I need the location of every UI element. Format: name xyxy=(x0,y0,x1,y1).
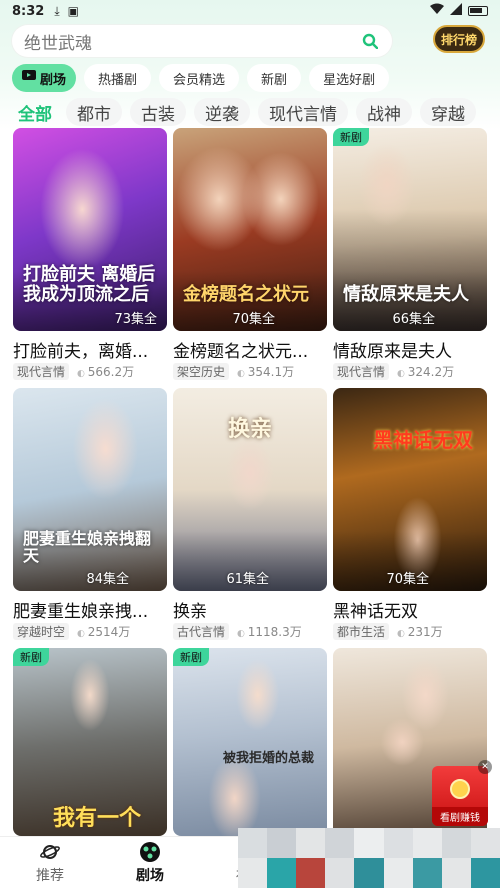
genre-tag: 穿越时空 xyxy=(13,623,70,640)
drama-card[interactable]: 肥妻重生娘亲拽翻天 84集全 肥妻重生娘亲拽... 穿越时空 2514万 xyxy=(13,388,167,640)
poster-title: 情敌原来是夫人 xyxy=(343,284,469,306)
theater-icon xyxy=(22,70,36,86)
category-tabs: 全部 都市 古装 逆袭 现代言情 战神 穿越 xyxy=(12,98,476,126)
view-count: 2514万 xyxy=(77,623,131,640)
tab-label: 热播剧 xyxy=(98,72,138,88)
search-bar[interactable]: 绝世武魂 xyxy=(12,25,392,57)
search-input[interactable]: 绝世武魂 xyxy=(24,29,360,54)
status-bar: 8:32 ⤓ ▣ xyxy=(0,0,500,22)
battery-icon xyxy=(468,6,488,16)
drama-poster[interactable]: 金榜题名之状元 70集全 xyxy=(173,128,327,331)
tab-label: 新剧 xyxy=(261,72,288,88)
genre-tag: 都市生活 xyxy=(333,623,390,640)
poster-title: 肥妻重生娘亲拽翻天 xyxy=(23,528,152,566)
drama-title: 情敌原来是夫人 xyxy=(333,342,452,361)
drama-card[interactable]: 新剧 我有一个 xyxy=(13,648,167,836)
drama-card[interactable]: 新剧 被我拒婚的总裁 xyxy=(173,648,327,836)
tab-label: 星选好剧 xyxy=(323,72,376,88)
category-costume[interactable]: 古装 xyxy=(130,98,186,126)
drama-poster[interactable]: 新剧 情敌原来是夫人 66集全 xyxy=(333,128,487,331)
drama-title: 肥妻重生娘亲拽... xyxy=(13,602,149,621)
episode-count: 70集全 xyxy=(386,572,429,587)
reward-label: 看剧赚钱 xyxy=(432,807,488,826)
tab-star[interactable]: 星选好剧 xyxy=(309,64,390,92)
category-war-god[interactable]: 战神 xyxy=(356,98,412,126)
tab-label: 会员精选 xyxy=(173,72,226,88)
poster-title: 换亲 xyxy=(228,415,273,442)
drama-poster[interactable]: 新剧 被我拒婚的总裁 xyxy=(173,648,327,836)
category-urban[interactable]: 都市 xyxy=(66,98,122,126)
view-count: 231万 xyxy=(397,623,443,640)
new-badge: 新剧 xyxy=(173,648,209,666)
category-time-travel[interactable]: 穿越 xyxy=(420,98,476,126)
drama-poster[interactable]: 打脸前夫 离婚后我成为顶流之后 73集全 xyxy=(13,128,167,331)
drama-poster[interactable]: 肥妻重生娘亲拽翻天 84集全 xyxy=(13,388,167,591)
drama-card[interactable]: 新剧 情敌原来是夫人 66集全 情敌原来是夫人 现代言情 324.2万 xyxy=(333,128,487,380)
new-badge: 新剧 xyxy=(13,648,49,666)
tab-hot[interactable]: 热播剧 xyxy=(84,64,152,92)
theater-reel-icon xyxy=(139,841,161,863)
genre-tag: 架空历史 xyxy=(173,363,230,380)
planet-icon xyxy=(39,841,61,863)
tab-theater[interactable]: 剧场 xyxy=(12,64,77,92)
drama-card[interactable]: 换亲 61集全 换亲 古代言情 1118.3万 xyxy=(173,388,327,640)
search-icon[interactable] xyxy=(360,31,380,51)
poster-title: 我有一个 xyxy=(53,804,142,831)
tab-new[interactable]: 新剧 xyxy=(247,64,302,92)
poster-figure xyxy=(173,648,327,836)
category-modern-romance[interactable]: 现代言情 xyxy=(258,98,348,126)
drama-title: 金榜题名之状元... xyxy=(173,342,309,361)
episode-count: 66集全 xyxy=(392,312,435,327)
coin-icon xyxy=(450,779,470,799)
new-badge: 新剧 xyxy=(333,128,369,146)
category-comeback[interactable]: 逆袭 xyxy=(194,98,250,126)
drama-card[interactable]: 黑神话无双 70集全 黑神话无双 都市生活 231万 xyxy=(333,388,487,640)
genre-tag: 现代言情 xyxy=(13,363,70,380)
drama-title: 换亲 xyxy=(173,602,207,621)
reward-widget[interactable]: ✕ 看剧赚钱 xyxy=(432,760,492,826)
genre-tag: 古代言情 xyxy=(173,623,230,640)
tab-label: 剧场 xyxy=(40,72,67,88)
episode-count: 61集全 xyxy=(226,572,269,587)
drama-card[interactable]: 打脸前夫 离婚后我成为顶流之后 73集全 打脸前夫，离婚... 现代言情 566.… xyxy=(13,128,167,380)
status-time: 8:32 xyxy=(12,3,45,19)
drama-poster[interactable]: 新剧 我有一个 xyxy=(13,648,167,836)
signal-icon xyxy=(450,3,462,19)
tab-vip[interactable]: 会员精选 xyxy=(159,64,240,92)
category-all[interactable]: 全部 xyxy=(12,98,58,126)
episode-count: 70集全 xyxy=(232,312,275,327)
genre-tag: 现代言情 xyxy=(333,363,390,380)
wifi-icon xyxy=(430,3,444,19)
nav-theater[interactable]: 剧场 xyxy=(100,837,200,888)
nav-label: 推荐 xyxy=(36,867,64,884)
nav-label: 剧场 xyxy=(136,867,164,884)
view-count: 324.2万 xyxy=(397,363,454,380)
download-icon: ⤓ xyxy=(54,3,60,18)
mosaic-overlay xyxy=(238,828,500,888)
view-count: 566.2万 xyxy=(77,363,134,380)
poster-title: 打脸前夫 离婚后我成为顶流之后 xyxy=(23,264,156,306)
nav-recommend[interactable]: 推荐 xyxy=(0,837,100,888)
ranking-button[interactable]: 排行榜 xyxy=(433,25,485,53)
close-icon[interactable]: ✕ xyxy=(478,760,492,774)
poster-title: 黑神话无双 xyxy=(373,428,473,452)
poster-title: 金榜题名之状元 xyxy=(183,284,309,306)
episode-count: 73集全 xyxy=(114,312,157,327)
notification-icon: ▣ xyxy=(67,4,79,18)
poster-title: 被我拒婚的总裁 xyxy=(223,750,315,766)
primary-tabs: 剧场 热播剧 会员精选 新剧 星选好剧 xyxy=(12,64,390,92)
episode-count: 84集全 xyxy=(86,572,129,587)
view-count: 354.1万 xyxy=(237,363,294,380)
view-count: 1118.3万 xyxy=(237,623,302,640)
drama-poster[interactable]: 黑神话无双 70集全 xyxy=(333,388,487,591)
drama-card[interactable]: 金榜题名之状元 70集全 金榜题名之状元... 架空历史 354.1万 xyxy=(173,128,327,380)
drama-title: 黑神话无双 xyxy=(333,602,418,621)
drama-poster[interactable]: 换亲 61集全 xyxy=(173,388,327,591)
drama-title: 打脸前夫，离婚... xyxy=(13,342,149,361)
